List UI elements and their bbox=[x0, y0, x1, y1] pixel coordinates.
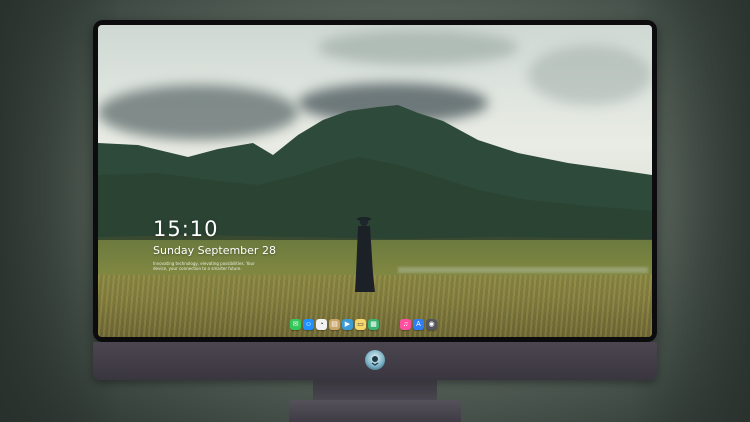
lock-clock: 15:10 bbox=[153, 217, 219, 241]
monitor-bezel: 15:10 Sunday September 28 Innovating tec… bbox=[93, 20, 657, 342]
files-icon[interactable]: ▤ bbox=[329, 318, 340, 330]
wallpaper-person bbox=[355, 217, 375, 292]
app-store-icon[interactable]: A bbox=[413, 318, 424, 330]
monitor-stand-neck bbox=[313, 380, 437, 402]
monitor-stand-base bbox=[289, 400, 461, 422]
lock-date: Sunday September 28 bbox=[153, 244, 276, 257]
notes-icon[interactable]: ▭ bbox=[355, 318, 366, 330]
camera-icon[interactable]: ◉ bbox=[426, 318, 437, 330]
monitor-chin bbox=[93, 342, 657, 380]
lock-tagline: Innovating technology, elevating possibi… bbox=[153, 261, 255, 271]
lock-screen[interactable]: 15:10 Sunday September 28 Innovating tec… bbox=[98, 25, 652, 337]
photos-icon[interactable]: ▦ bbox=[368, 318, 379, 330]
clapper-icon[interactable]: ▶ bbox=[342, 318, 353, 330]
dock: ✉ ☺ ◔ ▤ ▶ ▭ ▦ ♫ A ◉ bbox=[290, 317, 439, 331]
finder-icon[interactable]: ☺ bbox=[303, 318, 314, 330]
brand-logo-icon bbox=[365, 350, 385, 370]
wallpaper-water bbox=[398, 267, 648, 273]
message-icon[interactable]: ✉ bbox=[290, 318, 301, 330]
clock-icon[interactable]: ◔ bbox=[316, 318, 327, 330]
music-icon[interactable]: ♫ bbox=[400, 318, 411, 330]
